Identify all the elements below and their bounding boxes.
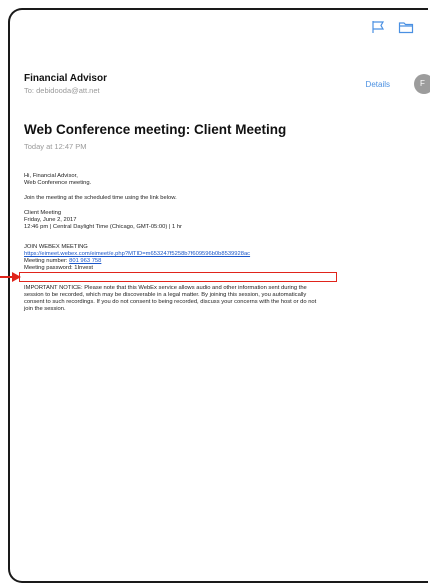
meeting-password-label: Meeting password: [24, 265, 73, 271]
meeting-date: Friday, June 2, 2017 [24, 217, 77, 223]
greeting-line: Hi, Financial Advisor, [24, 173, 78, 179]
greeting-line: Web Conference meeting. [24, 180, 92, 186]
join-meeting-link[interactable]: https://eimeet.webex.com/eimeet/e.php?MT… [24, 251, 416, 258]
folder-icon[interactable] [398, 20, 414, 34]
details-link[interactable]: Details [366, 80, 390, 89]
message-body: Hi, Financial Advisor, Web Conference me… [24, 173, 416, 321]
meeting-time: 12:46 pm | Central Daylight Time (Chicag… [24, 224, 182, 230]
instruction-text: Join the meeting at the scheduled time u… [24, 195, 177, 201]
notice-text: consent to such recordings. If you do no… [24, 299, 317, 305]
join-heading: JOIN WEBEX MEETING [24, 244, 88, 250]
to-label: To: [24, 86, 35, 95]
toolbar [370, 20, 414, 34]
flag-icon[interactable] [370, 20, 386, 34]
meeting-password-line: Meeting password: 1Invest [24, 265, 416, 272]
notice-text: session to be recorded, which may be dis… [24, 292, 307, 298]
meeting-name: Client Meeting [24, 210, 62, 216]
notice-text: IMPORTANT NOTICE: Please note that this … [24, 285, 307, 291]
message-timestamp: Today at 12:47 PM [24, 142, 87, 151]
recipient-address[interactable]: debidooda@att.net [36, 86, 100, 95]
meeting-number-link[interactable]: 801 963 758 [69, 258, 101, 264]
meeting-number-label: Meeting number: [24, 258, 68, 264]
message-subject: Web Conference meeting: Client Meeting [24, 122, 287, 137]
meeting-password: 1Invest [74, 265, 93, 271]
avatar[interactable]: F [414, 74, 430, 94]
link-highlight-box [19, 272, 337, 282]
notice-text: join the session. [24, 306, 66, 312]
pointer-arrow-icon [0, 272, 21, 282]
meeting-number-line: Meeting number: 801 963 758 [24, 258, 416, 265]
